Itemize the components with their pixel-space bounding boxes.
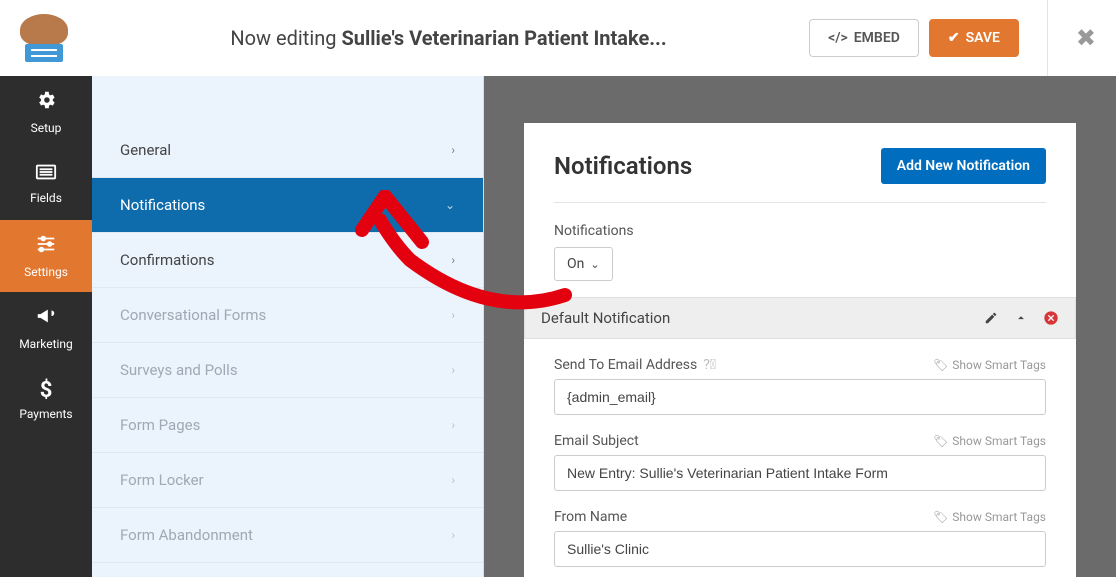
from-name-row: From Name 🏷 Show Smart Tags bbox=[554, 509, 1046, 525]
submenu-surveys-polls[interactable]: Surveys and Polls › bbox=[92, 343, 483, 398]
subject-input[interactable] bbox=[554, 455, 1046, 491]
editing-title: Now editing Sullie's Veterinarian Patien… bbox=[88, 26, 809, 50]
notification-item-header[interactable]: Default Notification bbox=[524, 297, 1076, 339]
chevron-up-icon[interactable] bbox=[1013, 310, 1029, 326]
send-to-input[interactable] bbox=[554, 379, 1046, 415]
submenu-form-pages[interactable]: Form Pages › bbox=[92, 398, 483, 453]
submenu-label: Form Abandonment bbox=[120, 526, 253, 544]
smart-tags-label: Show Smart Tags bbox=[952, 434, 1046, 448]
chevron-down-icon: ⌄ bbox=[445, 198, 455, 212]
code-icon: </> bbox=[828, 30, 848, 46]
chevron-right-icon: › bbox=[451, 308, 455, 322]
subject-label: Email Subject bbox=[554, 433, 639, 449]
chevron-down-icon: ⌄ bbox=[590, 258, 599, 271]
card-header: Notifications Add New Notification bbox=[554, 148, 1046, 203]
chevron-right-icon: › bbox=[451, 363, 455, 377]
pencil-icon[interactable] bbox=[983, 310, 999, 326]
editing-form-name: Sullie's Veterinarian Patient Intake... bbox=[341, 26, 666, 50]
save-button[interactable]: ✔ SAVE bbox=[929, 19, 1019, 57]
notifications-toggle-label: Notifications bbox=[554, 223, 1046, 239]
tag-icon: 🏷 bbox=[933, 434, 948, 448]
divider bbox=[1047, 0, 1048, 76]
main-scroll[interactable]: Notifications Add New Notification Notif… bbox=[484, 76, 1116, 577]
send-to-label: Send To Email Address bbox=[554, 357, 697, 373]
settings-submenu: General › Notifications ⌄ Confirmations … bbox=[92, 76, 484, 577]
left-rail: Setup Fields Settings Marketing $ Paymen… bbox=[0, 76, 92, 577]
smart-tags-from-name[interactable]: 🏷 Show Smart Tags bbox=[933, 510, 1046, 524]
rail-item-settings[interactable]: Settings bbox=[0, 220, 92, 292]
smart-tags-label: Show Smart Tags bbox=[952, 358, 1046, 372]
top-actions: </> EMBED ✔ SAVE ✖ bbox=[809, 0, 1096, 76]
submenu-form-abandonment[interactable]: Form Abandonment › bbox=[92, 508, 483, 563]
chevron-right-icon: › bbox=[451, 528, 455, 542]
submenu-label: Surveys and Polls bbox=[120, 361, 238, 379]
submenu-notifications[interactable]: Notifications ⌄ bbox=[92, 178, 483, 233]
editing-prefix: Now editing bbox=[230, 26, 341, 50]
submenu-label: Form Pages bbox=[120, 416, 200, 434]
rail-label: Setup bbox=[31, 121, 62, 135]
tag-icon: 🏷 bbox=[933, 510, 948, 524]
app-logo bbox=[20, 14, 68, 62]
toggle-value: On bbox=[567, 256, 584, 272]
submenu-confirmations[interactable]: Confirmations › bbox=[92, 233, 483, 288]
sliders-icon bbox=[35, 233, 57, 260]
chevron-right-icon: › bbox=[451, 253, 455, 267]
delete-icon[interactable] bbox=[1043, 310, 1059, 326]
submenu-label: General bbox=[120, 141, 171, 159]
embed-button[interactable]: </> EMBED bbox=[809, 19, 919, 57]
submenu-form-locker[interactable]: Form Locker › bbox=[92, 453, 483, 508]
rail-label: Payments bbox=[19, 407, 72, 421]
card-title: Notifications bbox=[554, 152, 692, 180]
chevron-right-icon: › bbox=[451, 473, 455, 487]
tag-icon: 🏷 bbox=[933, 358, 948, 372]
rail-item-payments[interactable]: $ Payments bbox=[0, 364, 92, 436]
from-name-label: From Name bbox=[554, 509, 627, 525]
help-icon[interactable]: ?⃝ bbox=[703, 357, 716, 373]
notifications-card: Notifications Add New Notification Notif… bbox=[524, 123, 1076, 577]
notifications-toggle[interactable]: On ⌄ bbox=[554, 247, 613, 281]
topbar: Now editing Sullie's Veterinarian Patien… bbox=[0, 0, 1116, 76]
list-icon bbox=[35, 163, 57, 186]
add-notification-button[interactable]: Add New Notification bbox=[881, 148, 1046, 184]
shell: Setup Fields Settings Marketing $ Paymen… bbox=[0, 76, 1116, 577]
chevron-right-icon: › bbox=[451, 143, 455, 157]
submenu-label: Confirmations bbox=[120, 251, 214, 269]
from-name-input[interactable] bbox=[554, 531, 1046, 567]
notification-item-title: Default Notification bbox=[541, 309, 670, 327]
submenu-label: Conversational Forms bbox=[120, 306, 266, 324]
rail-item-marketing[interactable]: Marketing bbox=[0, 292, 92, 364]
subject-row: Email Subject 🏷 Show Smart Tags bbox=[554, 433, 1046, 449]
close-icon[interactable]: ✖ bbox=[1076, 24, 1096, 52]
embed-label: EMBED bbox=[854, 30, 900, 46]
smart-tags-send-to[interactable]: 🏷 Show Smart Tags bbox=[933, 358, 1046, 372]
submenu-label: Form Locker bbox=[120, 471, 204, 489]
rail-label: Marketing bbox=[19, 337, 73, 351]
bullhorn-icon bbox=[35, 305, 57, 332]
smart-tags-subject[interactable]: 🏷 Show Smart Tags bbox=[933, 434, 1046, 448]
rail-label: Fields bbox=[30, 191, 62, 205]
send-to-row: Send To Email Address ?⃝ 🏷 Show Smart Ta… bbox=[554, 357, 1046, 373]
dollar-icon: $ bbox=[40, 380, 53, 402]
rail-item-setup[interactable]: Setup bbox=[0, 76, 92, 148]
submenu-conversational-forms[interactable]: Conversational Forms › bbox=[92, 288, 483, 343]
rail-item-fields[interactable]: Fields bbox=[0, 148, 92, 220]
rail-label: Settings bbox=[24, 265, 68, 279]
submenu-general[interactable]: General › bbox=[92, 123, 483, 178]
chevron-right-icon: › bbox=[451, 418, 455, 432]
check-icon: ✔ bbox=[948, 30, 960, 46]
save-label: SAVE bbox=[966, 30, 1000, 46]
submenu-label: Notifications bbox=[120, 196, 205, 214]
main-area: Notifications Add New Notification Notif… bbox=[484, 76, 1116, 577]
smart-tags-label: Show Smart Tags bbox=[952, 510, 1046, 524]
submenu-scroll[interactable]: General › Notifications ⌄ Confirmations … bbox=[92, 123, 483, 577]
gear-icon bbox=[35, 89, 57, 116]
